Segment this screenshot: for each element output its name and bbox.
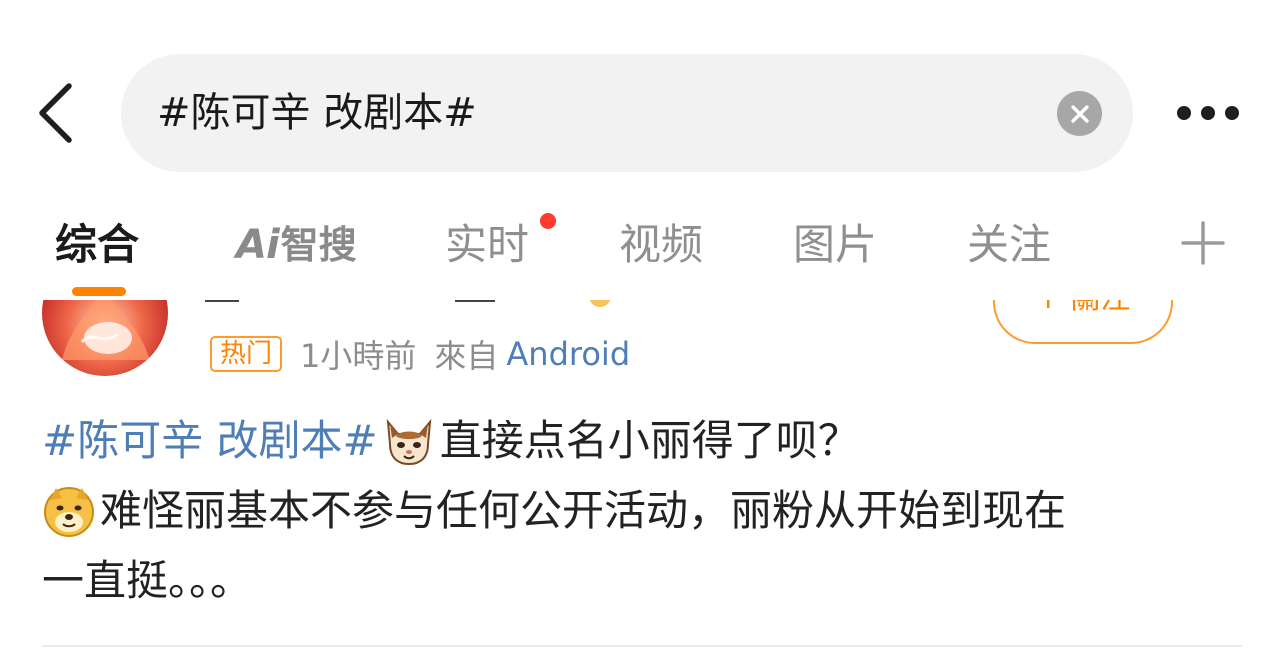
more-icon: [1177, 106, 1191, 120]
post-time: 1小時前: [300, 337, 417, 375]
clear-search-button[interactable]: [1057, 91, 1102, 136]
tab-realtime[interactable]: 实时: [445, 205, 529, 285]
post-line-2: 难怪丽基本不参与任何公开活动，丽粉从开始到现在: [42, 476, 1242, 546]
tab-video[interactable]: 视频: [619, 205, 703, 285]
clear-icon: [1070, 104, 1089, 123]
post-line-2-text: 难怪丽基本不参与任何公开活动，丽粉从开始到现在: [100, 486, 1067, 535]
active-tab-indicator: [72, 287, 126, 296]
more-options-button[interactable]: [1168, 96, 1248, 130]
post-line-3-text: 一直挺。。。: [42, 556, 253, 605]
post-line-1-text: 直接点名小丽得了呗？: [439, 416, 860, 465]
search-box[interactable]: #陈可辛 改剧本#: [121, 54, 1133, 172]
tab-comprehensive[interactable]: 综合: [55, 205, 139, 285]
notification-dot: [540, 213, 556, 229]
tab-ai-search[interactable]: Ai 智搜: [236, 205, 357, 285]
back-arrow-icon: [39, 83, 72, 143]
post-line-3: 一直挺。。。: [42, 546, 1242, 616]
tab-images[interactable]: 图片: [793, 205, 877, 285]
hashtag-link[interactable]: #陈可辛 改剧本#: [42, 406, 378, 476]
post-body[interactable]: #陈可辛 改剧本# 直接点名小丽得了呗？ 难怪丽基本不参与任何公开活动，丽粉从开…: [42, 406, 1242, 616]
username-clipped[interactable]: [205, 300, 625, 310]
cat-emoji-icon: [386, 418, 432, 466]
top-bar: #陈可辛 改剧本#: [0, 0, 1284, 190]
doge-emoji-icon: [44, 487, 94, 537]
ai-logo-icon: Ai: [236, 222, 280, 268]
hot-badge: 热门: [210, 336, 283, 372]
post-source-prefix: 來自: [434, 337, 499, 375]
tab-following[interactable]: 关注: [967, 205, 1051, 285]
plus-icon: [1181, 221, 1225, 265]
back-button[interactable]: [30, 82, 80, 144]
weibo-search-page: #陈可辛 改剧本# 综合 Ai 智搜 实时 视频 图片 关注 热门 1小時前 來…: [0, 0, 1284, 664]
post-meta: 热门 1小時前 來自 Android: [210, 334, 630, 375]
tab-ai-search-label: 智搜: [280, 223, 357, 267]
search-input[interactable]: #陈可辛 改剧本#: [157, 54, 477, 172]
post-divider: [42, 645, 1242, 647]
follow-button-label: + 關注: [995, 300, 1171, 342]
avatar-image: [42, 300, 168, 376]
post-card[interactable]: + 關注 热门 1小時前 來自 Android #陈可辛 改剧本#: [0, 300, 1284, 664]
post-source-device[interactable]: Android: [506, 335, 630, 373]
search-tabs: 综合 Ai 智搜 实时 视频 图片 关注: [0, 205, 1284, 296]
username-cutoff-graphic: [205, 300, 611, 307]
follow-button[interactable]: + 關注: [993, 300, 1173, 344]
avatar[interactable]: [42, 300, 168, 376]
add-tab-button[interactable]: [1180, 220, 1226, 266]
post-line-1: #陈可辛 改剧本# 直接点名小丽得了呗？: [42, 406, 1242, 476]
